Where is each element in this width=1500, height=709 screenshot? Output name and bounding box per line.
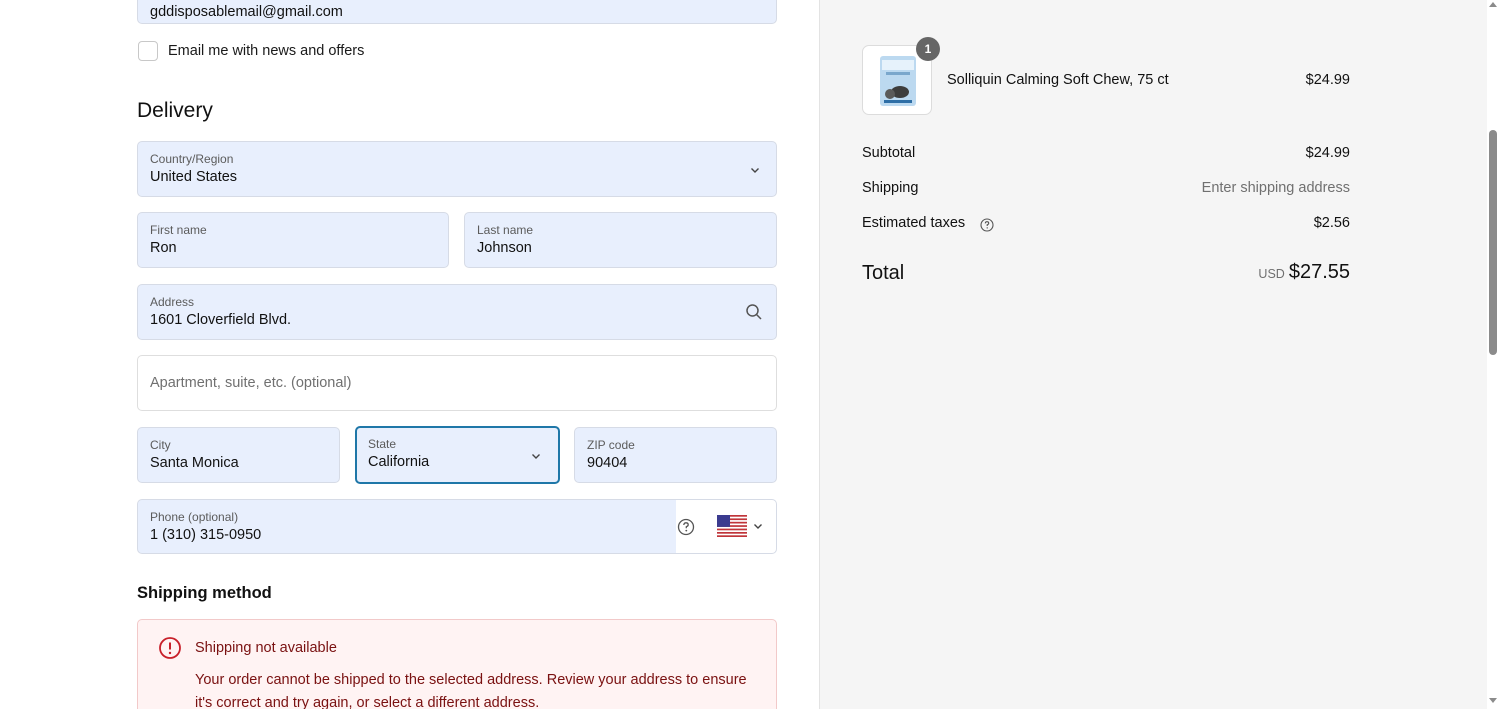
shipping-value: Enter shipping address (1201, 180, 1350, 196)
address-label: Address (150, 295, 195, 309)
city-field[interactable]: City Santa Monica (137, 427, 340, 483)
total-currency: USD (1258, 267, 1285, 281)
zip-label: ZIP code (587, 438, 635, 452)
chevron-down-icon (532, 454, 540, 459)
product-image (880, 56, 916, 106)
newsletter-checkbox[interactable] (138, 41, 158, 61)
page-scrollbar[interactable] (1487, 0, 1500, 709)
subtotal-value: $24.99 (1305, 145, 1350, 161)
alert-title: Shipping not available (195, 640, 337, 656)
chevron-down-icon (751, 168, 759, 173)
email-field[interactable]: gddisposablemail@gmail.com (137, 0, 777, 24)
last-name-value: Johnson (477, 240, 532, 256)
shipping-method-heading: Shipping method (137, 584, 272, 602)
shipping-label: Shipping (862, 180, 919, 196)
address-field[interactable]: Address 1601 Cloverfield Blvd. (137, 284, 777, 340)
apartment-placeholder: Apartment, suite, etc. (optional) (150, 375, 352, 391)
first-name-field[interactable]: First name Ron (137, 212, 449, 268)
help-circle-icon[interactable] (979, 217, 995, 233)
product-price: $24.99 (1305, 72, 1350, 88)
zip-value: 90404 (587, 455, 628, 471)
zip-field[interactable]: ZIP code 90404 (574, 427, 777, 483)
city-value: Santa Monica (150, 455, 239, 471)
taxes-value: $2.56 (1313, 215, 1350, 231)
address-value: 1601 Cloverfield Blvd. (150, 312, 292, 328)
country-select[interactable]: Country/Region United States (137, 141, 777, 197)
search-icon[interactable] (745, 303, 763, 321)
total-label: Total (862, 262, 905, 284)
total-value: $27.55 (1288, 261, 1350, 283)
city-label: City (150, 438, 171, 452)
apartment-field[interactable]: Apartment, suite, etc. (optional) (137, 355, 777, 411)
first-name-label: First name (150, 223, 207, 237)
quantity-badge: 1 (916, 37, 940, 61)
state-value: California (368, 454, 430, 470)
phone-controls (676, 499, 777, 554)
total-amount: USD $27.55 (1258, 261, 1350, 284)
country-value: United States (150, 169, 238, 185)
last-name-field[interactable]: Last name Johnson (464, 212, 777, 268)
shipping-error-alert: Shipping not available Your order cannot… (137, 619, 777, 709)
checkout-form-panel: gddisposablemail@gmail.com Email me with… (0, 0, 820, 709)
scroll-up-arrow-icon[interactable] (1489, 2, 1497, 7)
country-label: Country/Region (150, 152, 234, 166)
last-name-label: Last name (477, 223, 534, 237)
email-value: gddisposablemail@gmail.com (150, 4, 343, 20)
state-select[interactable]: State California (355, 426, 560, 484)
phone-label: Phone (optional) (150, 510, 239, 524)
delivery-heading: Delivery (137, 99, 213, 122)
chevron-down-icon[interactable] (752, 520, 764, 532)
error-circle-icon (159, 637, 181, 659)
first-name-value: Ron (150, 240, 177, 256)
state-label: State (368, 437, 397, 451)
scrollbar-thumb[interactable] (1489, 130, 1497, 355)
taxes-label: Estimated taxes (862, 215, 966, 231)
help-circle-icon[interactable] (676, 517, 696, 537)
phone-value: 1 (310) 315-0950 (150, 527, 262, 543)
us-flag-icon[interactable] (717, 515, 747, 537)
newsletter-label[interactable]: Email me with news and offers (168, 43, 364, 59)
subtotal-label: Subtotal (862, 145, 916, 161)
phone-field[interactable]: Phone (optional) 1 (310) 315-0950 (137, 499, 677, 554)
alert-body: Your order cannot be shipped to the sele… (195, 672, 747, 709)
scroll-down-arrow-icon[interactable] (1489, 698, 1497, 703)
product-name: Solliquin Calming Soft Chew, 75 ct (947, 72, 1169, 88)
